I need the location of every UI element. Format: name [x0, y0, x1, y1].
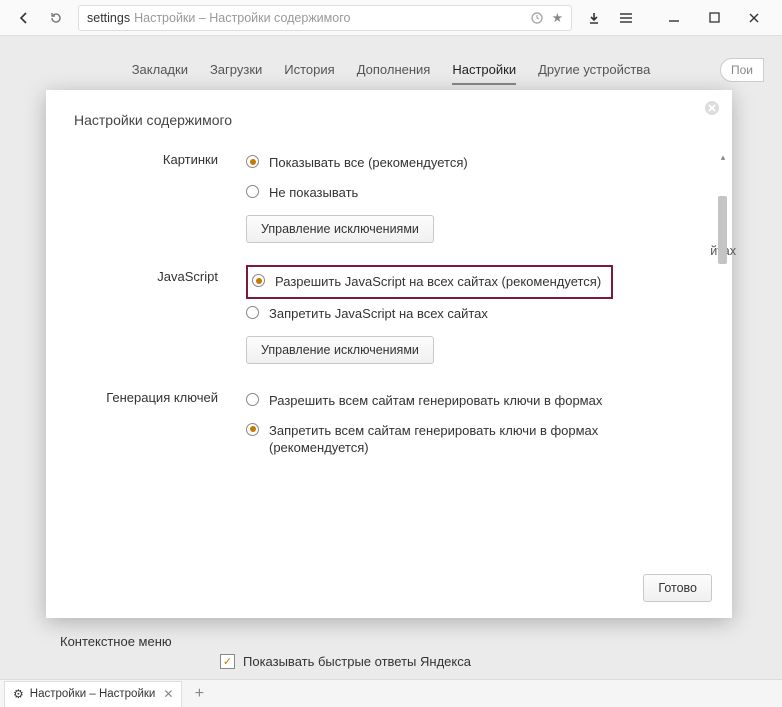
- section-label-javascript: JavaScript: [46, 265, 246, 364]
- js-exceptions-button[interactable]: Управление исключениями: [246, 336, 434, 364]
- radio-icon: [246, 423, 259, 436]
- tab-close-icon[interactable]: ✕: [163, 687, 173, 701]
- radio-icon: [246, 185, 259, 198]
- radio-icon: [252, 274, 265, 287]
- modal-close-button[interactable]: [704, 100, 722, 118]
- modal-title: Настройки содержимого: [46, 90, 732, 142]
- downloads-button[interactable]: [578, 4, 610, 32]
- checkbox-icon: [220, 654, 235, 669]
- radio-js-deny[interactable]: Запретить JavaScript на всех сайтах: [246, 299, 694, 329]
- tab-downloads[interactable]: Загрузки: [210, 62, 262, 85]
- tab-addons[interactable]: Дополнения: [357, 62, 431, 85]
- section-javascript: JavaScript Разрешить JavaScript на всех …: [46, 265, 714, 364]
- content-settings-modal: Настройки содержимого йтах Картинки Пока…: [46, 90, 732, 618]
- images-exceptions-button[interactable]: Управление исключениями: [246, 215, 434, 243]
- settings-search[interactable]: Пои: [720, 58, 764, 82]
- radio-js-allow[interactable]: Разрешить JavaScript на всех сайтах (рек…: [252, 271, 601, 293]
- tab-label: Настройки – Настройки: [30, 688, 156, 700]
- settings-tabbar: Закладки Загрузки История Дополнения Нас…: [0, 62, 782, 85]
- radio-images-show[interactable]: Показывать все (рекомендуется): [246, 148, 694, 178]
- reload-button[interactable]: [40, 4, 72, 32]
- url-prefix: settings: [87, 11, 130, 25]
- window-minimize[interactable]: [654, 4, 694, 32]
- highlighted-option: Разрешить JavaScript на всех сайтах (рек…: [246, 265, 613, 299]
- protect-icon[interactable]: [530, 11, 544, 25]
- menu-button[interactable]: [610, 4, 642, 32]
- gear-icon: ⚙: [13, 687, 24, 701]
- radio-keys-allow[interactable]: Разрешить всем сайтам генерировать ключи…: [246, 386, 694, 416]
- back-button[interactable]: [8, 4, 40, 32]
- modal-scrollbar[interactable]: ▴: [718, 152, 728, 560]
- radio-images-hide[interactable]: Не показывать: [246, 178, 694, 208]
- tab-settings[interactable]: Настройки: [452, 62, 516, 85]
- modal-overlay: Настройки содержимого йтах Картинки Пока…: [0, 36, 782, 679]
- url-title: Настройки – Настройки содержимого: [134, 11, 350, 25]
- window-close[interactable]: [734, 4, 774, 32]
- bookmark-star-icon[interactable]: ★: [552, 10, 563, 25]
- scroll-thumb[interactable]: [718, 196, 727, 264]
- done-button[interactable]: Готово: [643, 574, 712, 602]
- url-bar[interactable]: settings Настройки – Настройки содержимо…: [78, 5, 572, 31]
- tab-bookmarks[interactable]: Закладки: [132, 62, 188, 85]
- browser-tab[interactable]: ⚙ Настройки – Настройки ✕: [4, 681, 182, 707]
- tab-devices[interactable]: Другие устройства: [538, 62, 650, 85]
- radio-keys-deny[interactable]: Запретить всем сайтам генерировать ключи…: [246, 416, 694, 463]
- modal-sections: Картинки Показывать все (рекомендуется) …: [46, 148, 714, 560]
- context-menu-section-label: Контекстное меню: [60, 634, 172, 649]
- section-label-images: Картинки: [46, 148, 246, 243]
- section-images: Картинки Показывать все (рекомендуется) …: [46, 148, 714, 243]
- section-keygen: Генерация ключей Разрешить всем сайтам г…: [46, 386, 714, 463]
- window-maximize[interactable]: [694, 4, 734, 32]
- section-label-keygen: Генерация ключей: [46, 386, 246, 463]
- radio-icon: [246, 155, 259, 168]
- browser-tab-strip: ⚙ Настройки – Настройки ✕ +: [0, 679, 782, 707]
- browser-titlebar: settings Настройки – Настройки содержимо…: [0, 0, 782, 36]
- new-tab-button[interactable]: +: [186, 682, 212, 706]
- check-quick-answers[interactable]: Показывать быстрые ответы Яндекса: [220, 654, 471, 669]
- scroll-up-icon[interactable]: ▴: [718, 152, 728, 162]
- radio-icon: [246, 306, 259, 319]
- radio-icon: [246, 393, 259, 406]
- tab-history[interactable]: История: [284, 62, 334, 85]
